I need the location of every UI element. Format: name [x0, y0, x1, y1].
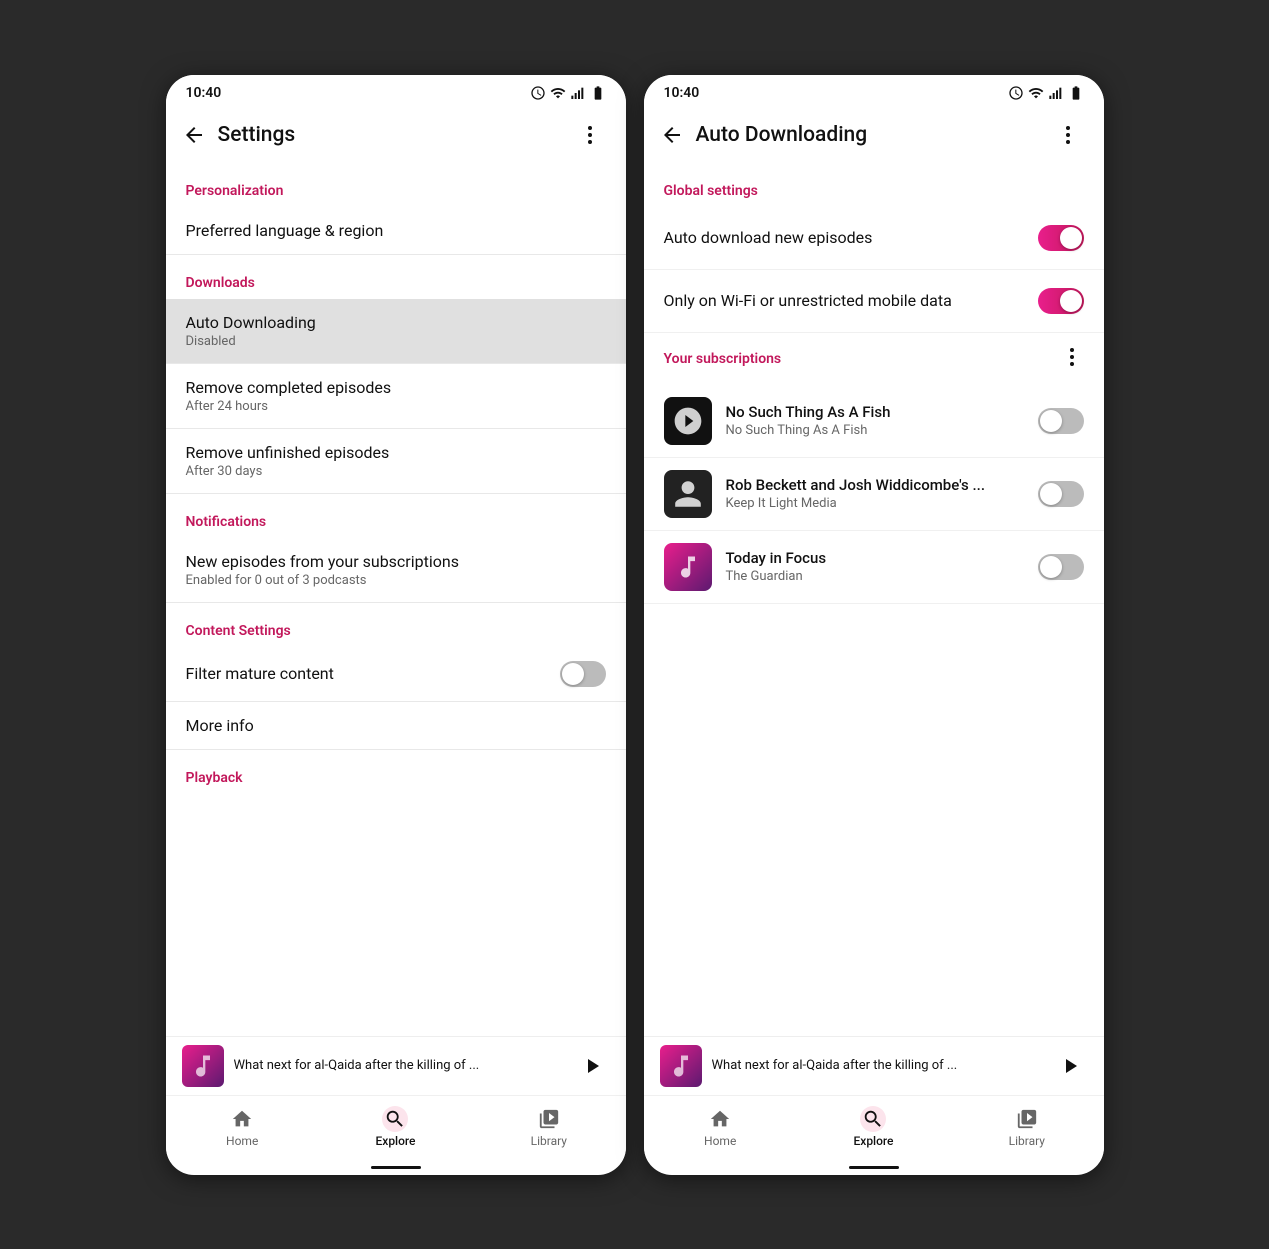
player-bar-left: What next for al-Qaida after the killing…	[166, 1036, 626, 1095]
nav-explore-right[interactable]: Explore	[797, 1102, 950, 1152]
section-content-settings: Content Settings	[166, 603, 626, 647]
nav-home-label-right: Home	[704, 1134, 736, 1148]
fish-thumb-icon	[672, 405, 704, 437]
library-svg-right	[1016, 1108, 1038, 1130]
player-play-right[interactable]	[1052, 1048, 1088, 1084]
home-icon-left	[229, 1106, 255, 1132]
bottom-nav-left: Home Explore Library	[166, 1095, 626, 1162]
library-icon-left	[536, 1106, 562, 1132]
wifi-toggle[interactable]	[1038, 288, 1084, 314]
player-thumb-left	[182, 1045, 224, 1087]
auto-download-toggle[interactable]	[1038, 225, 1084, 251]
player-title-left: What next for al-Qaida after the killing…	[234, 1058, 564, 1073]
section-playback: Playback	[166, 750, 626, 794]
player-title-right: What next for al-Qaida after the killing…	[712, 1058, 1042, 1073]
nav-explore-label-left: Explore	[376, 1134, 416, 1148]
nav-home-left[interactable]: Home	[166, 1102, 319, 1152]
top-bar-left: Settings	[166, 107, 626, 163]
global-setting-auto-download[interactable]: Auto download new episodes	[644, 207, 1104, 270]
player-info-left: What next for al-Qaida after the killing…	[234, 1058, 564, 1073]
alarm-icon	[530, 85, 546, 101]
battery-icon-right	[1068, 85, 1084, 101]
bottom-nav-right: Home Explore Library	[644, 1095, 1104, 1162]
rob-thumb-icon	[672, 478, 704, 510]
section-notifications: Notifications	[166, 494, 626, 538]
player-thumb-right	[660, 1045, 702, 1087]
subscriptions-more-btn[interactable]	[1060, 345, 1084, 373]
player-bar-right: What next for al-Qaida after the killing…	[644, 1036, 1104, 1095]
subscription-today: Today in Focus The Guardian	[644, 531, 1104, 604]
today-thumb-icon	[674, 553, 702, 581]
signal-icon-right	[1048, 85, 1064, 101]
more-button-right[interactable]	[1048, 115, 1088, 155]
player-play-left[interactable]	[574, 1048, 610, 1084]
signal-icon	[570, 85, 586, 101]
nav-library-left[interactable]: Library	[472, 1102, 625, 1152]
settings-item-language[interactable]: Preferred language & region	[166, 207, 626, 254]
battery-icon	[590, 85, 606, 101]
player-info-right: What next for al-Qaida after the killing…	[712, 1058, 1042, 1073]
auto-download-content: Global settings Auto download new episod…	[644, 163, 1104, 1036]
status-time-left: 10:40	[186, 85, 222, 101]
nav-library-label-right: Library	[1009, 1134, 1045, 1148]
wifi-icon	[550, 85, 566, 101]
subscriptions-header: Your subscriptions	[644, 333, 1104, 385]
status-icons-left	[530, 85, 606, 101]
sub-info-fish: No Such Thing As A Fish No Such Thing As…	[726, 403, 1024, 438]
explore-svg-right	[862, 1108, 884, 1130]
status-icons-right	[1008, 85, 1084, 101]
nav-indicator-right	[849, 1166, 899, 1169]
right-phone: 10:40 Auto Downloading Global settings A…	[644, 75, 1104, 1175]
filter-toggle[interactable]	[560, 661, 606, 687]
status-time-right: 10:40	[664, 85, 700, 101]
more-button-left[interactable]	[570, 115, 610, 155]
nav-library-right[interactable]: Library	[950, 1102, 1103, 1152]
nav-explore-left[interactable]: Explore	[319, 1102, 472, 1152]
sub-info-today: Today in Focus The Guardian	[726, 549, 1024, 584]
nav-explore-label-right: Explore	[854, 1134, 894, 1148]
play-icon-right	[1058, 1054, 1082, 1078]
sub-thumb-today	[664, 543, 712, 591]
wifi-icon-right	[1028, 85, 1044, 101]
library-icon-right	[1014, 1106, 1040, 1132]
explore-icon-right	[860, 1106, 886, 1132]
page-title-left: Settings	[218, 123, 570, 147]
settings-item-notifications[interactable]: New episodes from your subscriptions Ena…	[166, 538, 626, 602]
nav-indicator-left	[371, 1166, 421, 1169]
settings-item-auto-downloading[interactable]: Auto Downloading Disabled	[166, 299, 626, 363]
section-global: Global settings	[644, 163, 1104, 207]
home-svg-right	[709, 1108, 731, 1130]
subscription-fish: No Such Thing As A Fish No Such Thing As…	[644, 385, 1104, 458]
nav-home-label-left: Home	[226, 1134, 258, 1148]
nav-library-label-left: Library	[531, 1134, 567, 1148]
fish-toggle[interactable]	[1038, 408, 1084, 434]
sub-thumb-fish	[664, 397, 712, 445]
nav-home-right[interactable]: Home	[644, 1102, 797, 1152]
player-thumb-icon-right	[667, 1052, 695, 1080]
home-icon-right	[707, 1106, 733, 1132]
settings-content: Personalization Preferred language & reg…	[166, 163, 626, 1036]
settings-item-filter[interactable]: Filter mature content	[166, 647, 626, 701]
settings-item-remove-unfinished[interactable]: Remove unfinished episodes After 30 days	[166, 429, 626, 493]
section-downloads: Downloads	[166, 255, 626, 299]
back-button-right[interactable]	[652, 115, 692, 155]
subscription-rob: Rob Beckett and Josh Widdicombe's ... Ke…	[644, 458, 1104, 531]
sub-thumb-rob	[664, 470, 712, 518]
page-title-right: Auto Downloading	[696, 123, 1048, 147]
status-bar-right: 10:40	[644, 75, 1104, 107]
global-setting-wifi[interactable]: Only on Wi-Fi or unrestricted mobile dat…	[644, 270, 1104, 333]
settings-item-remove-completed[interactable]: Remove completed episodes After 24 hours	[166, 364, 626, 428]
today-toggle[interactable]	[1038, 554, 1084, 580]
explore-icon-left	[382, 1106, 408, 1132]
alarm-icon-right	[1008, 85, 1024, 101]
status-bar-left: 10:40	[166, 75, 626, 107]
top-bar-right: Auto Downloading	[644, 107, 1104, 163]
sub-info-rob: Rob Beckett and Josh Widdicombe's ... Ke…	[726, 476, 1024, 511]
left-phone: 10:40 Settings Personalization Preferred…	[166, 75, 626, 1175]
settings-item-more-info[interactable]: More info	[166, 702, 626, 749]
section-personalization: Personalization	[166, 163, 626, 207]
back-button-left[interactable]	[174, 115, 214, 155]
rob-toggle[interactable]	[1038, 481, 1084, 507]
